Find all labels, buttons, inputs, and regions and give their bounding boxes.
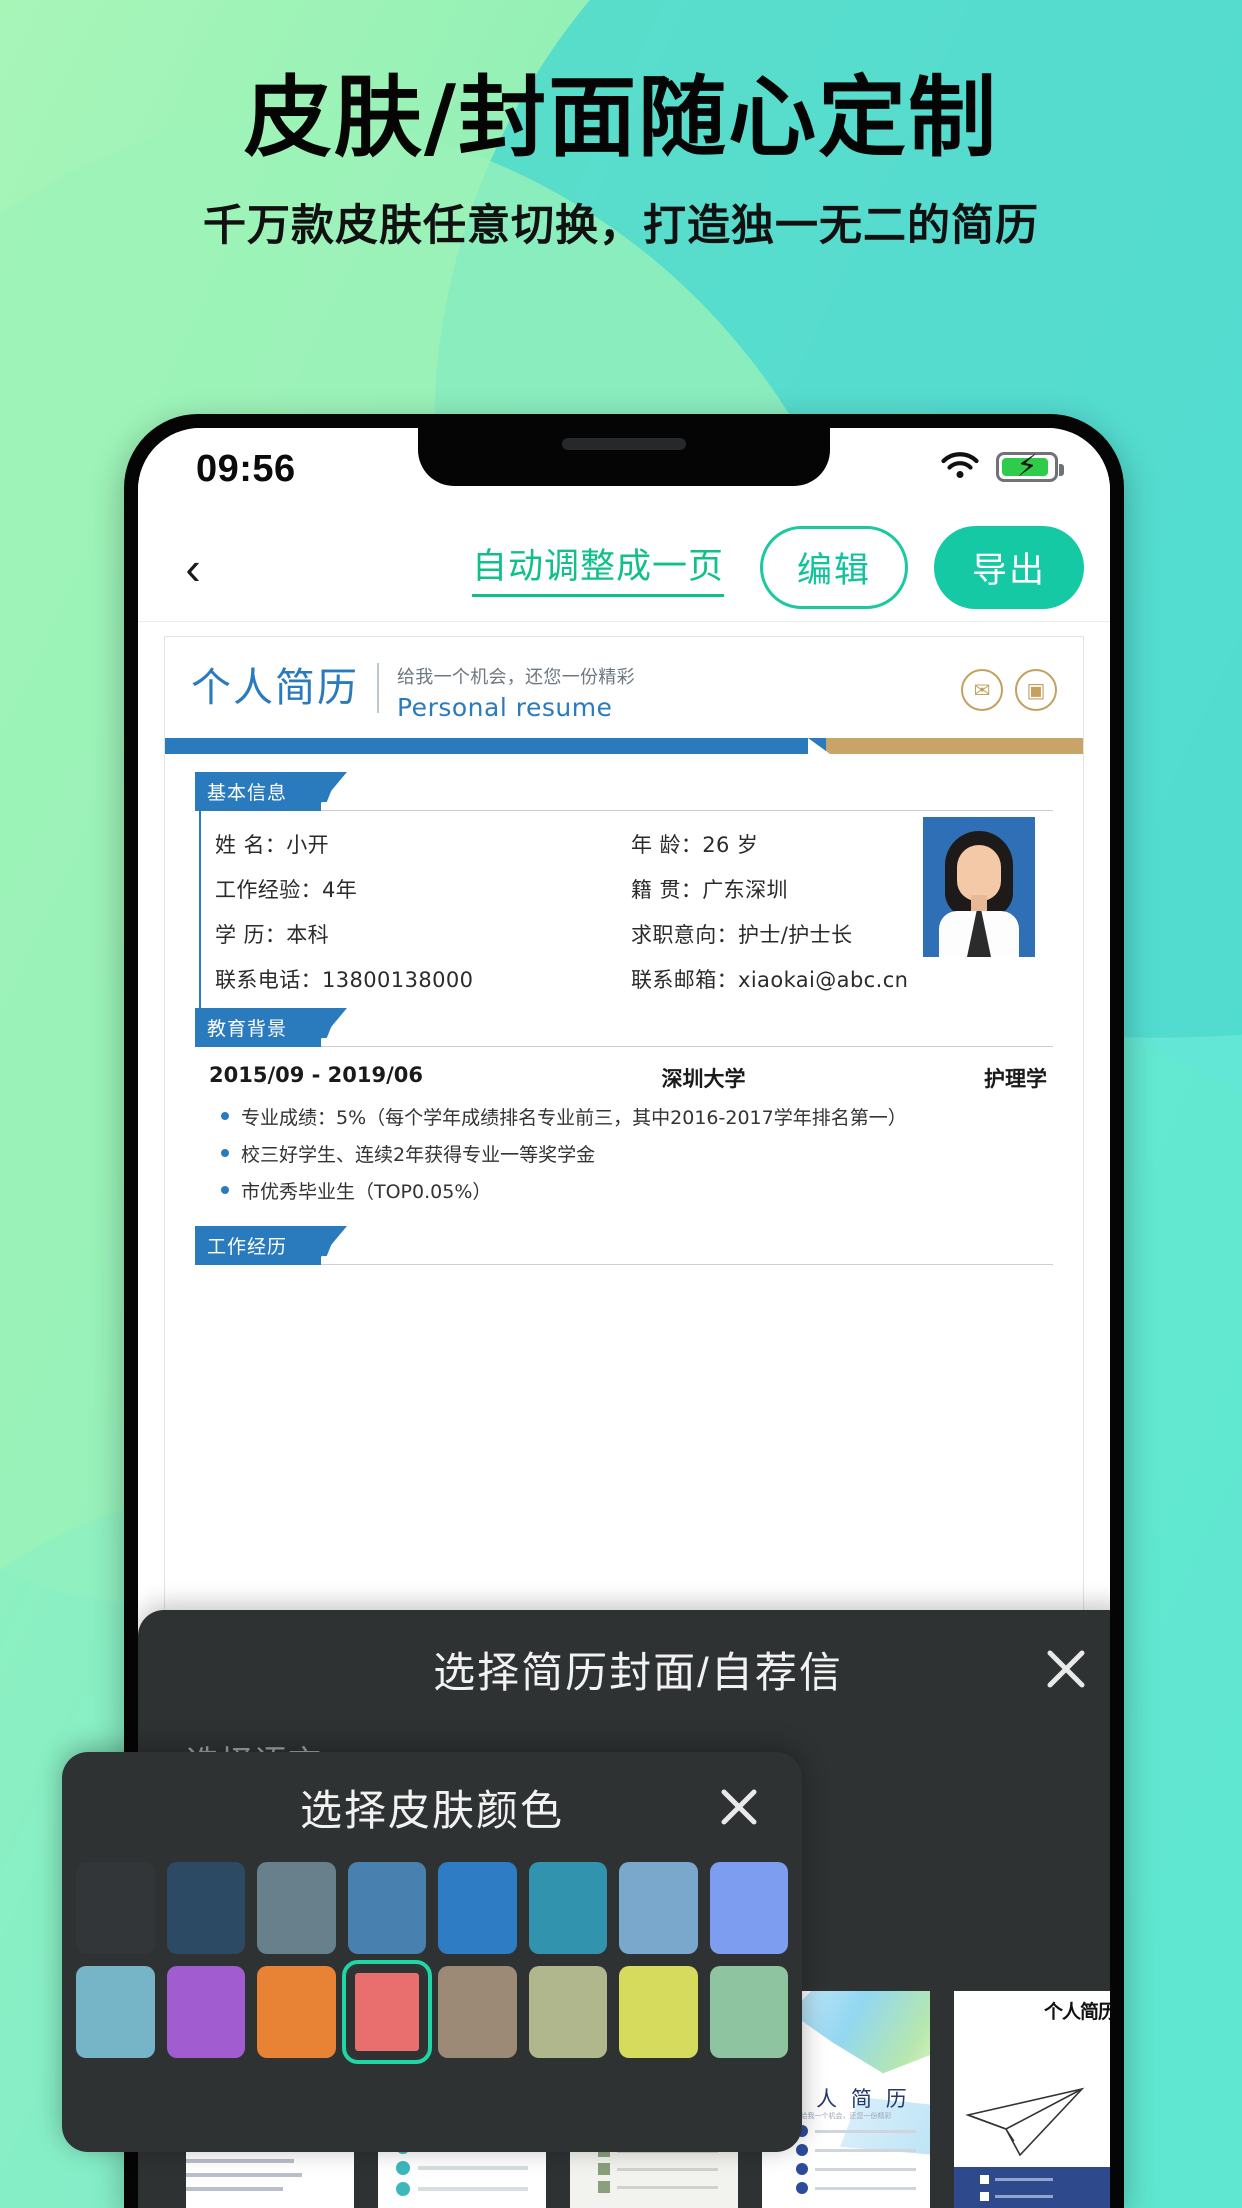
promo-headline: 皮肤/封面随心定制 (243, 66, 999, 169)
section-rule (195, 1264, 1053, 1265)
cover-title: 个人简历 (1043, 2002, 1110, 2023)
list-item: 校三好学生、连续2年获得专业一等奖学金 (221, 1140, 1047, 1167)
education-date: 2015/09 - 2019/06 (209, 1063, 424, 1087)
color-swatch[interactable] (257, 1966, 336, 2058)
avatar (923, 817, 1035, 957)
color-swatch[interactable] (619, 1862, 698, 1954)
resume-header: 个人简历 给我一个机会，还您一份精彩 Personal resume ✉ ▣ (165, 637, 1083, 722)
info-value: 26 岁 (702, 833, 759, 857)
color-swatch[interactable] (257, 1862, 336, 1954)
skin-sheet-header: 选择皮肤颜色 (62, 1752, 802, 1862)
section-tag-basic: 基本信息 (195, 772, 348, 811)
info-label: 学 历： (215, 923, 287, 947)
skin-sheet-title: 选择皮肤颜色 (299, 1786, 564, 1834)
resume-header-icons: ✉ ▣ (961, 663, 1057, 711)
mail-icon: ✉ (961, 669, 1003, 711)
info-field: 联系电话：13800138000 (215, 964, 631, 994)
briefcase-icon: ▣ (1015, 669, 1057, 711)
color-swatch[interactable] (166, 1966, 245, 2058)
info-label: 联系电话： (215, 968, 322, 992)
color-swatch[interactable] (76, 1966, 155, 2058)
promo-subheadline: 千万款皮肤任意切换，打造独一无二的简历 (203, 201, 1039, 252)
info-field: 联系邮箱：xiaokai@abc.cn (631, 964, 1047, 994)
basic-info-grid: 姓 名：小开 年 龄：26 岁 工作经验：4年 籍 贯：广东深圳 学 历：本科 … (199, 811, 1053, 1008)
info-label: 联系邮箱： (631, 968, 738, 992)
education-school: 深圳大学 (661, 1067, 746, 1091)
education-row: 2015/09 - 2019/06 深圳大学 护理学 (195, 1047, 1053, 1103)
paper-plane-icon (962, 2085, 1090, 2157)
info-field: 姓 名：小开 (215, 829, 631, 859)
skin-swatch-grid[interactable] (62, 1862, 802, 2064)
education-bullets: 专业成绩：5%（每个学年成绩排名专业前三，其中2016-2017学年排名第一） … (195, 1103, 1053, 1226)
cover-detail-lines (954, 2167, 1110, 2208)
close-icon[interactable] (712, 1780, 766, 1834)
info-label: 工作经验： (215, 878, 322, 902)
info-value: 本科 (286, 923, 330, 947)
info-label: 籍 贯： (631, 878, 703, 902)
color-swatch[interactable] (528, 1966, 607, 2058)
color-swatch-selected[interactable] (341, 1960, 432, 2064)
education-major: 护理学 (984, 1067, 1047, 1091)
export-button[interactable]: 导出 (933, 526, 1084, 609)
info-value: 护士/护士长 (738, 923, 853, 947)
info-value: 广东深圳 (702, 878, 788, 902)
resume-title: 个人简历 (191, 663, 379, 713)
info-field: 工作经验：4年 (215, 874, 631, 904)
section-tag-work: 工作经历 (195, 1226, 348, 1265)
resume-slogan: 给我一个机会，还您一份精彩 Personal resume (379, 663, 635, 722)
speaker-grille (562, 438, 686, 450)
geometric-art (790, 1991, 930, 2074)
app-nav-bar: ‹ 自动调整成一页 编辑 导出 (138, 514, 1110, 622)
color-swatch[interactable] (438, 1862, 517, 1954)
cover-sheet-title: 选择简历封面/自荐信 (433, 1648, 843, 1696)
info-value: 小开 (286, 833, 330, 857)
resume-preview[interactable]: 个人简历 给我一个机会，还您一份精彩 Personal resume ✉ ▣ 基… (164, 636, 1084, 1636)
section-header-basic: 基本信息 (195, 772, 1053, 811)
list-item: 专业成绩：5%（每个学年成绩排名专业前三，其中2016-2017学年排名第一） (221, 1103, 1047, 1130)
phone-notch (418, 428, 830, 486)
color-swatch[interactable] (166, 1862, 245, 1954)
cover-sheet-header: 选择简历封面/自荐信 (138, 1610, 1110, 1728)
promo-text-block: 皮肤/封面随心定制 千万款皮肤任意切换，打造独一无二的简历 (0, 70, 1242, 253)
edit-button[interactable]: 编辑 (759, 526, 908, 609)
status-time: 09:56 (196, 448, 296, 490)
resume-accent-bar (165, 738, 1083, 754)
color-swatch[interactable] (709, 1966, 788, 2058)
status-indicators: ⚡ (940, 452, 1064, 482)
cover-detail-lines (796, 2125, 916, 2201)
battery-charging-icon: ⚡ (996, 452, 1064, 482)
close-icon[interactable] (1038, 1641, 1094, 1697)
color-swatch[interactable] (709, 1862, 788, 1954)
color-swatch[interactable] (528, 1862, 607, 1954)
section-slashes (301, 1012, 338, 1038)
auto-fit-one-page-link[interactable]: 自动调整成一页 (471, 538, 724, 597)
wifi-icon (940, 452, 980, 482)
cover-detail-lines (186, 2145, 312, 2201)
info-field: 学 历：本科 (215, 919, 631, 949)
info-label: 求职意向： (631, 923, 738, 947)
list-item: 市优秀毕业生（TOP0.05%） (221, 1177, 1047, 1204)
skin-color-sheet: 选择皮肤颜色 (62, 1752, 802, 2152)
resume-slogan-cn: 给我一个机会，还您一份精彩 (397, 667, 635, 688)
section-slashes (301, 776, 338, 802)
resume-body: 基本信息 姓 名：小开 年 龄：26 岁 工作经验：4年 籍 贯：广东深圳 学 … (165, 754, 1083, 1265)
section-header-education: 教育背景 (195, 1008, 1053, 1047)
color-swatch[interactable] (619, 1966, 698, 2058)
info-label: 姓 名： (215, 833, 287, 857)
info-value: xiaokai@abc.cn (738, 968, 909, 992)
status-bar: 09:56 ⚡ (138, 428, 1110, 514)
color-swatch[interactable] (76, 1862, 155, 1954)
info-value: 4年 (322, 878, 358, 902)
back-icon[interactable]: ‹ (160, 535, 226, 601)
color-swatch[interactable] (438, 1966, 517, 2058)
section-tag-education: 教育背景 (195, 1008, 348, 1047)
resume-slogan-en: Personal resume (397, 693, 613, 722)
info-value: 13800138000 (322, 968, 474, 992)
color-swatch[interactable] (347, 1862, 426, 1954)
section-slashes (301, 1230, 338, 1256)
cover-thumbnail-paperplane[interactable]: 个人简历 给我一个机会 还您一份精彩 (954, 1991, 1110, 2208)
section-header-work: 工作经历 (195, 1226, 1053, 1265)
info-label: 年 龄： (631, 833, 703, 857)
